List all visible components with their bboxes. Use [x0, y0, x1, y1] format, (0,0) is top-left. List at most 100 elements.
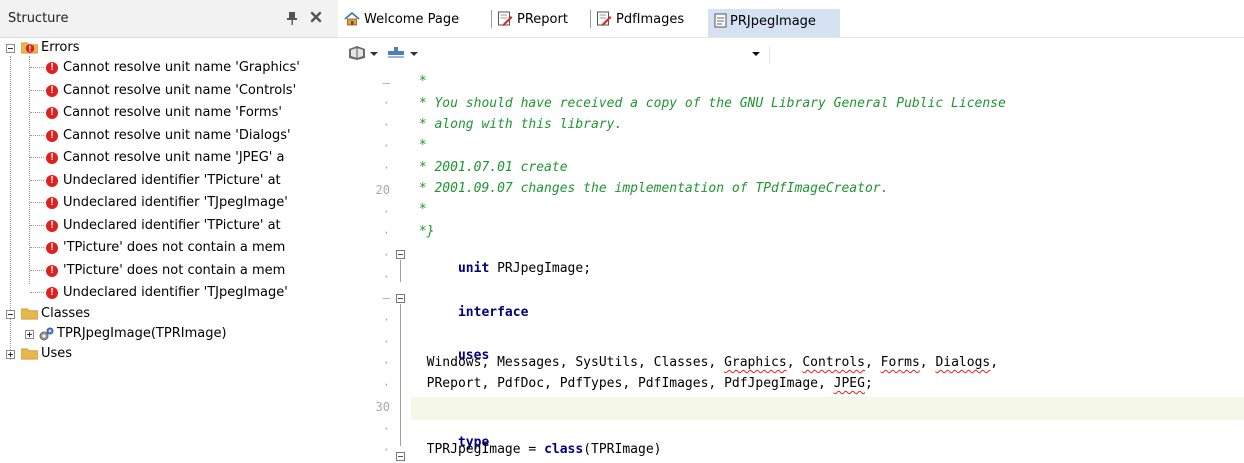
code-line: * 2001.09.07 changes the implementation …: [411, 181, 889, 196]
error-icon: !: [46, 174, 58, 187]
tab-separator: [491, 10, 492, 28]
structure-tree: Errors ! Cannot resolve unit name 'Graphi…: [0, 38, 338, 463]
error-icon: !: [46, 152, 58, 164]
tab-welcome-page[interactable]: Welcome Page: [344, 10, 484, 32]
expand-icon[interactable]: [6, 350, 15, 359]
code-line: *}: [411, 224, 435, 239]
tree-error-label: Undeclared identifier 'TPicture' at: [63, 217, 281, 233]
chevron-down-icon[interactable]: [410, 52, 418, 56]
folder-icon: [21, 308, 38, 320]
code-line: *: [411, 202, 427, 217]
keyword: interface: [457, 305, 529, 320]
error-icon: !: [46, 62, 58, 74]
fold-guide: [400, 304, 401, 446]
gutter-mark: ·: [382, 96, 390, 110]
panel-title: Structure: [8, 11, 69, 26]
code-line: *: [411, 74, 427, 89]
tree-error-item[interactable]: ! Cannot resolve unit name 'Graphics': [0, 58, 338, 78]
gutter-mark: ·: [382, 443, 390, 457]
code-line: type: [411, 420, 489, 450]
class-gears-icon: [39, 327, 54, 341]
tree-guide: [30, 292, 44, 293]
tree-label-class-item: TPRJpegImage(TPRImage): [57, 326, 227, 341]
code-text: Windows, Messages, SysUtils, Classes,: [411, 355, 725, 370]
code-line: uses: [411, 333, 489, 363]
tab-label: PReport: [517, 12, 568, 27]
tab-preport[interactable]: PReport: [497, 10, 587, 32]
tree-guide: [30, 224, 44, 226]
error-icon: !: [46, 107, 58, 119]
tab-label: Welcome Page: [364, 12, 460, 27]
tree-guide: [30, 67, 44, 68]
document-icon: [714, 13, 727, 28]
fold-collapse-icon[interactable]: [396, 250, 405, 259]
tree-error-item[interactable]: ! Cannot resolve unit name 'Dialogs': [0, 126, 338, 146]
error-token: Controls: [802, 355, 865, 370]
code-text: ;: [864, 376, 873, 391]
tree-error-item[interactable]: ! 'TPicture' does not contain a mem: [0, 238, 338, 258]
code-text: ,: [919, 355, 936, 370]
method-dropdown[interactable]: [769, 46, 1239, 64]
collapse-icon[interactable]: [6, 310, 15, 319]
folder-error-icon: [21, 42, 38, 54]
tree-node-uses[interactable]: Uses: [0, 344, 338, 364]
error-token: Dialogs: [935, 355, 991, 370]
chevron-down-icon[interactable]: [370, 52, 378, 56]
tree-error-item[interactable]: ! Undeclared identifier 'TPicture' at: [0, 216, 338, 236]
tree-error-item[interactable]: ! Undeclared identifier 'TJpegImage': [0, 193, 338, 213]
tab-pdfimages[interactable]: PdfImages: [596, 10, 706, 32]
code-line: * You should have received a copy of the…: [411, 96, 1006, 111]
book-icon[interactable]: [348, 45, 366, 61]
gutter-mark: ·: [382, 335, 390, 349]
close-icon[interactable]: [309, 10, 323, 24]
tree-guide: [30, 112, 44, 113]
tree-guide: [30, 247, 44, 248]
tree-error-item[interactable]: ! Cannot resolve unit name 'Controls': [0, 81, 338, 101]
gutter-mark: ·: [382, 313, 390, 327]
pin-icon[interactable]: [286, 11, 298, 25]
keyword: unit: [457, 261, 490, 276]
bookmark-bar-icon[interactable]: [388, 47, 404, 60]
error-icon: !: [46, 84, 58, 97]
tree-node-errors[interactable]: Errors: [0, 38, 338, 58]
tree-error-label: Undeclared identifier 'TJpegImage': [63, 285, 288, 300]
gutter-mark: ·: [382, 356, 390, 370]
gutter-mark: ·: [382, 139, 390, 153]
tab-label: PdfImages: [616, 12, 685, 27]
code-line: Windows, Messages, SysUtils, Classes, Gr…: [411, 355, 998, 376]
tree-error-item[interactable]: ! Cannot resolve unit name 'Forms': [0, 103, 338, 123]
tree-guide: [30, 269, 44, 271]
tree-error-item[interactable]: ! Cannot resolve unit name 'JPEG' a: [0, 148, 338, 168]
keyword: class: [544, 442, 584, 457]
code-line: TPRJpegImage = class(TPRImage): [411, 442, 662, 463]
expand-icon[interactable]: [25, 330, 34, 339]
code-editor: Welcome Page PReport PdfImages PRJpegIma…: [338, 0, 1244, 463]
current-line-highlight: [411, 397, 1244, 420]
error-icon: !: [46, 264, 58, 277]
tab-prjpegimage[interactable]: PRJpegImage: [708, 9, 840, 37]
gutter-mark: ·: [382, 118, 390, 132]
fold-collapse-icon[interactable]: [396, 294, 405, 303]
unit-file-icon: [498, 11, 513, 26]
scope-dropdown[interactable]: [440, 46, 765, 64]
editor-tab-bar: Welcome Page PReport PdfImages PRJpegIma…: [338, 0, 1244, 38]
tree-error-item[interactable]: ! Undeclared identifier 'TPicture' at: [0, 171, 338, 191]
tree-node-class-item[interactable]: TPRJpegImage(TPRImage): [0, 324, 338, 344]
code-area[interactable]: * * You should have received a copy of t…: [411, 68, 1244, 463]
collapse-icon[interactable]: [6, 44, 15, 53]
tree-error-label: Cannot resolve unit name 'Forms': [63, 105, 282, 120]
gutter-mark: ·: [382, 226, 390, 240]
line-number: 30: [375, 400, 390, 414]
code-text: (TPRImage): [583, 442, 662, 457]
tree-error-item[interactable]: ! Undeclared identifier 'TJpegImage': [0, 283, 338, 303]
error-token: Graphics: [724, 355, 787, 370]
tree-node-classes[interactable]: Classes: [0, 304, 338, 324]
fold-collapse-icon[interactable]: [396, 452, 405, 461]
tree-error-item[interactable]: ! 'TPicture' does not contain a mem: [0, 261, 338, 281]
line-number-gutter: – · · · · 20 · · · · – · · · · 30 · ·: [338, 68, 398, 463]
tree-guide: [30, 157, 44, 158]
tab-separator: [590, 10, 591, 28]
tree-error-label: Undeclared identifier 'TPicture' at: [63, 172, 281, 188]
tree-error-label: 'TPicture' does not contain a mem: [63, 262, 286, 278]
code-text: ,: [990, 355, 999, 370]
